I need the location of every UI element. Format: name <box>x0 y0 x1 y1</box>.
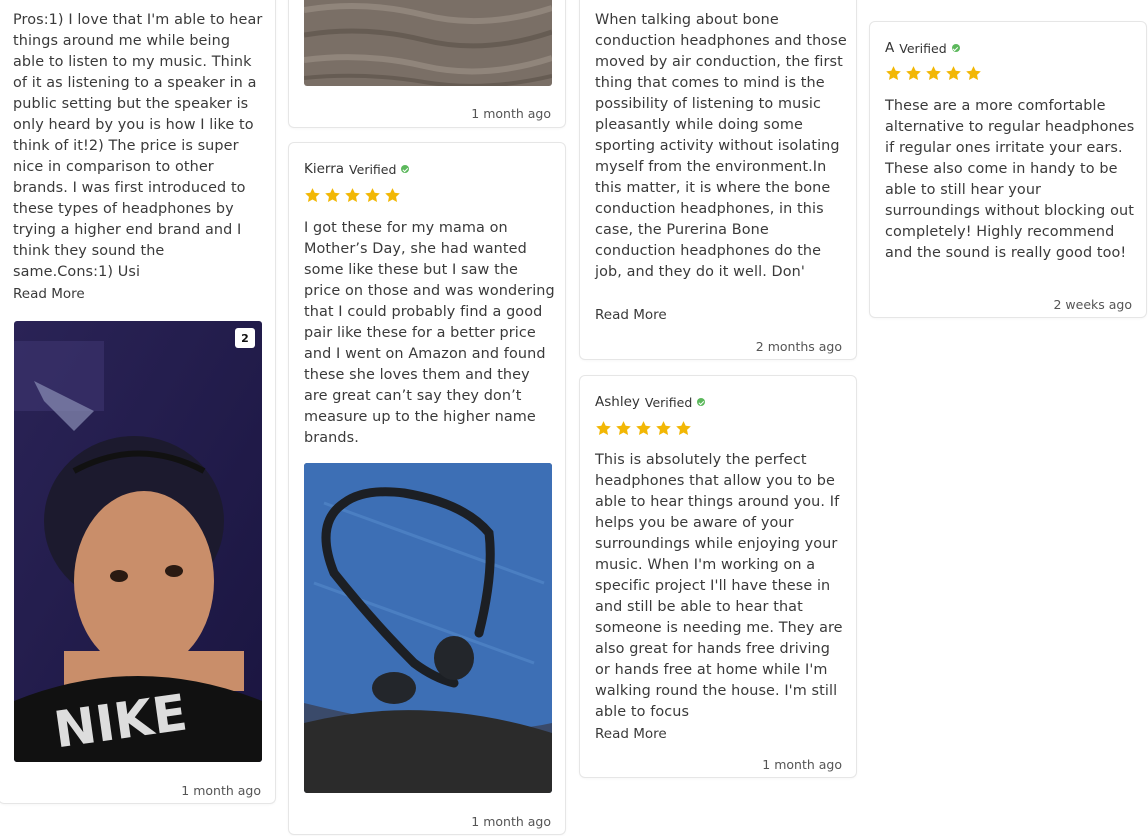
author-name: A <box>885 40 895 56</box>
verified-label: Verified <box>644 394 693 410</box>
verified-check-icon <box>401 165 410 173</box>
verified-label: Verified <box>349 161 397 177</box>
star-icon <box>596 421 611 435</box>
read-more-link[interactable]: Read More <box>595 305 667 326</box>
review-photo[interactable] <box>304 0 552 86</box>
review-date: 2 weeks ago <box>1053 297 1133 312</box>
review-card: Kierra Verified I got these for my mama … <box>288 142 566 835</box>
review-text: Pros:1) I love that I'm able to hear thi… <box>13 12 268 280</box>
review-photo[interactable] <box>304 463 552 793</box>
star-rating <box>304 187 401 204</box>
star-icon <box>946 66 961 80</box>
star-icon <box>616 421 631 435</box>
headphones-image <box>304 463 552 793</box>
review-card: Ashley Verified This is absolutely the p… <box>579 375 857 778</box>
review-card: Pros:1) I love that I'm able to hear thi… <box>0 0 276 804</box>
review-date: 1 month ago <box>181 783 261 798</box>
author-name: Kierra <box>304 161 345 177</box>
review-date: 1 month ago <box>762 757 842 772</box>
review-text: This is absolutely the perfect headphone… <box>595 452 848 720</box>
review-text: I got these for my mama on Mother’s Day,… <box>304 220 560 446</box>
star-icon <box>906 66 921 80</box>
star-icon <box>325 188 340 202</box>
read-more-link[interactable]: Read More <box>13 284 85 305</box>
verified-check-icon <box>951 44 960 52</box>
review-author: Kierra Verified <box>304 161 410 177</box>
star-icon <box>305 188 320 202</box>
star-icon <box>345 188 360 202</box>
photo-count-badge: 2 <box>235 328 255 348</box>
star-rating <box>885 65 982 82</box>
star-icon <box>385 188 400 202</box>
star-icon <box>966 66 981 80</box>
star-icon <box>676 421 691 435</box>
author-name: Ashley <box>595 394 640 410</box>
review-photo[interactable]: NIKE 2 <box>14 321 262 762</box>
star-icon <box>636 421 651 435</box>
star-icon <box>365 188 380 202</box>
review-date: 1 month ago <box>471 106 551 121</box>
review-date: 1 month ago <box>471 814 551 829</box>
review-card: When talking about bone conduction headp… <box>579 0 857 360</box>
star-icon <box>926 66 941 80</box>
review-text: These are a more comfortable alternative… <box>885 98 1139 261</box>
star-icon <box>886 66 901 80</box>
review-author: A Verified <box>885 40 960 56</box>
verified-label: Verified <box>899 40 947 56</box>
star-rating <box>595 420 692 437</box>
review-author: Ashley Verified <box>595 394 706 410</box>
review-card: 1 month ago <box>288 0 566 128</box>
carpet-image <box>304 0 552 86</box>
review-text: When talking about bone conduction headp… <box>595 12 852 280</box>
selfie-image: NIKE <box>14 321 262 762</box>
read-more-link[interactable]: Read More <box>595 724 667 745</box>
review-card: A Verified These are a more comfortable … <box>869 21 1147 318</box>
review-date: 2 months ago <box>755 339 842 354</box>
verified-check-icon <box>697 398 706 406</box>
star-icon <box>656 421 671 435</box>
